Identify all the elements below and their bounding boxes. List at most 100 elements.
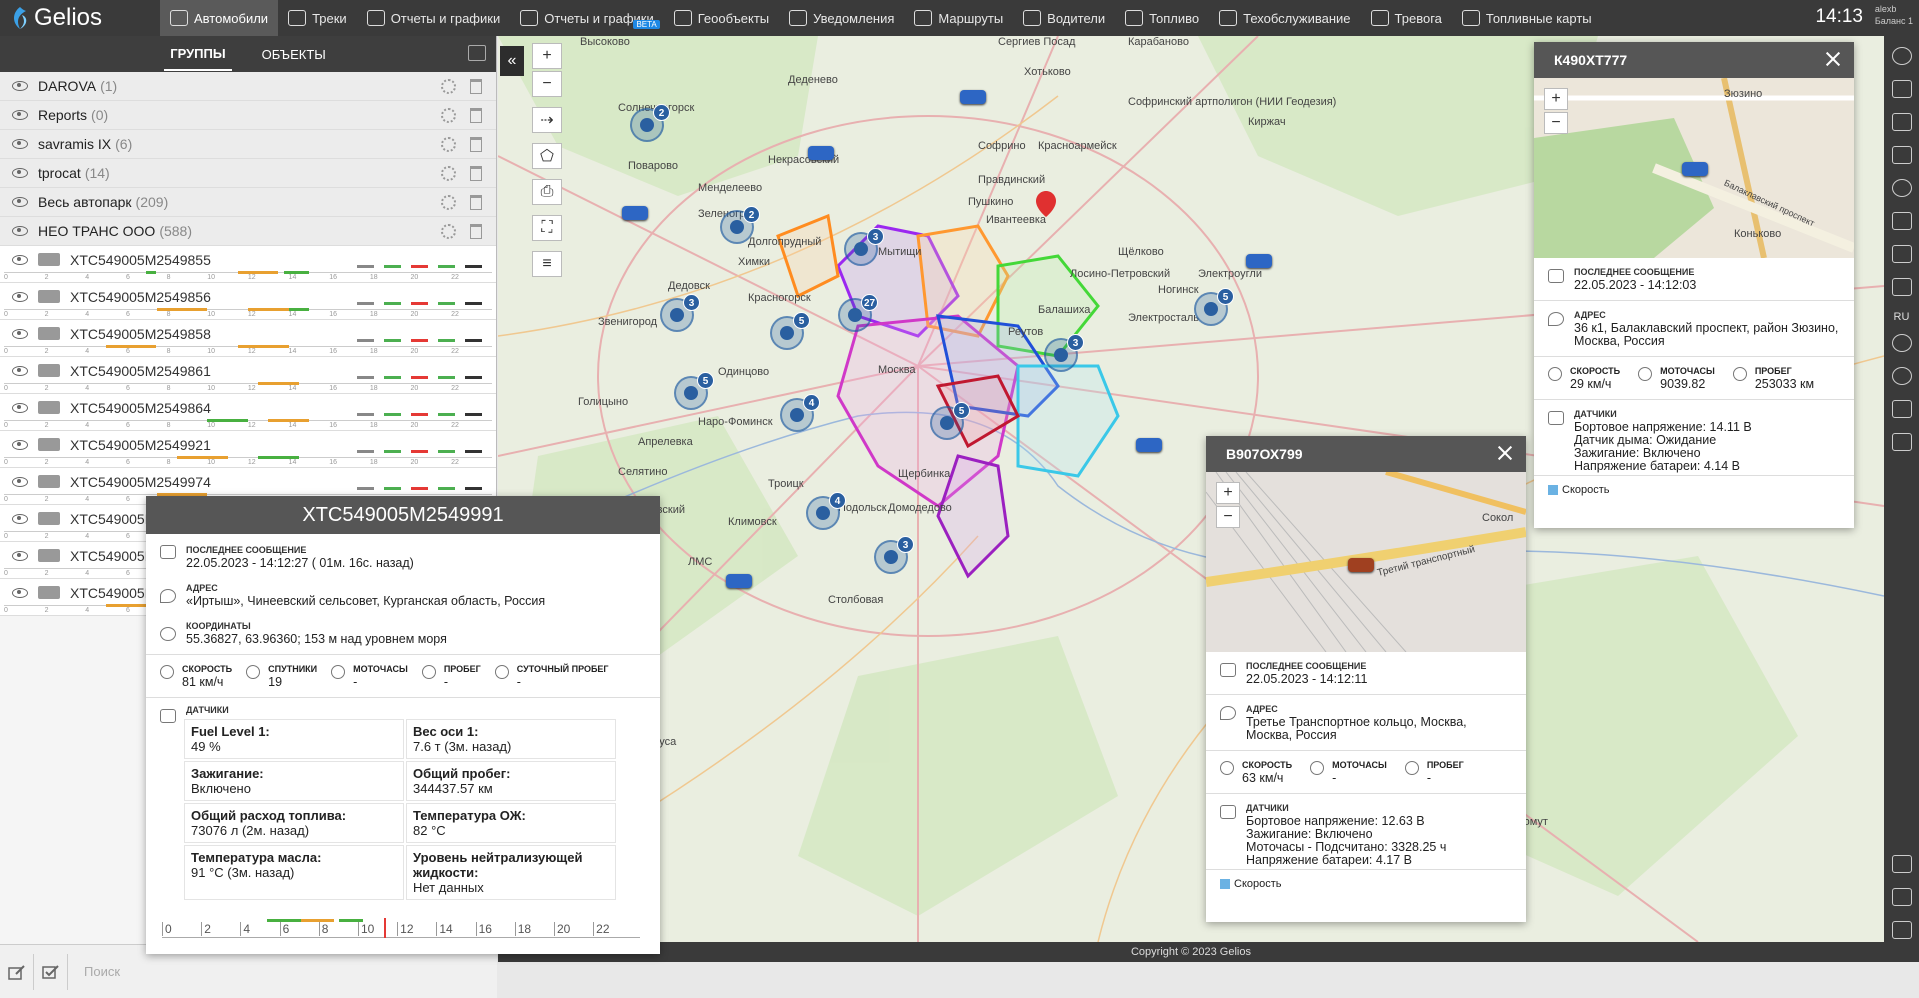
nav-item-10[interactable]: Тревога (1361, 0, 1452, 36)
apple-icon[interactable] (1891, 888, 1912, 906)
object-timeline[interactable]: 0 2 4 6 8 10 12 14 16 18 20 22 (4, 308, 492, 318)
search-icon[interactable] (1891, 47, 1912, 65)
tab-groups[interactable]: ГРУППЫ (164, 38, 232, 71)
eye-icon[interactable] (12, 476, 28, 487)
export-icon[interactable] (1891, 113, 1912, 131)
google-play-icon[interactable] (1891, 921, 1912, 939)
user-info[interactable]: alexb Баланс 1 (1875, 3, 1913, 27)
map-layers-icon[interactable]: ≡ (532, 251, 562, 277)
eye-icon[interactable] (12, 328, 28, 339)
gear-icon[interactable] (441, 108, 456, 123)
trash-icon[interactable] (470, 137, 482, 152)
locate-icon[interactable] (357, 288, 374, 305)
drop-icon[interactable] (1891, 400, 1912, 418)
object-timeline[interactable]: 0 2 4 6 8 10 12 14 16 18 20 22 (4, 345, 492, 355)
vehicle-cluster[interactable]: 5 (674, 372, 714, 410)
language-switch[interactable]: RU (1884, 311, 1919, 323)
vehicle-marker[interactable] (726, 574, 752, 588)
vehicle-cluster[interactable]: 5 (930, 402, 970, 440)
vehicle-cluster[interactable]: 4 (806, 492, 846, 530)
nav-item-5[interactable]: Уведомления (779, 0, 904, 36)
group-row[interactable]: tprocat (14) (0, 159, 496, 188)
mini-zoom-out[interactable]: − (1544, 112, 1568, 134)
vehicle-cluster[interactable]: 5 (770, 312, 810, 350)
mini-zoom-in[interactable]: + (1216, 482, 1240, 504)
eye-icon[interactable] (12, 168, 28, 178)
vehicle-cluster[interactable]: 5 (1194, 288, 1234, 326)
sync-icon[interactable] (1891, 367, 1912, 385)
object-timeline[interactable]: 0 2 4 6 8 10 12 14 16 18 20 22 (4, 271, 492, 281)
nav-item-1[interactable]: Треки (278, 0, 357, 36)
object-timeline[interactable]: 0 2 4 6 8 10 12 14 16 18 20 22 (4, 419, 492, 429)
more-menu-icon[interactable] (465, 473, 482, 490)
fullscreen-icon[interactable]: ⛶ (532, 215, 562, 241)
facebook-icon[interactable] (1891, 855, 1912, 873)
eye-icon[interactable] (12, 550, 28, 561)
vehicle-cluster[interactable]: 4 (780, 394, 820, 432)
vehicle-cluster[interactable]: 3 (844, 228, 884, 266)
more-menu-icon[interactable] (465, 251, 482, 268)
vehicle-marker[interactable] (1246, 254, 1272, 268)
nav-item-8[interactable]: Топливо (1115, 0, 1209, 36)
nav-item-2[interactable]: Отчеты и графики (357, 0, 511, 36)
nav-item-0[interactable]: Автомобили (160, 0, 279, 36)
vehicle-cluster[interactable]: 3 (874, 536, 914, 574)
vehicle-marker[interactable] (960, 90, 986, 104)
gelios-logo[interactable]: Gelios (0, 0, 160, 36)
add-group-icon[interactable] (468, 45, 486, 61)
more-menu-icon[interactable] (465, 436, 482, 453)
vehicle-mini-map[interactable]: + − Сокол Третий транспортный (1206, 472, 1526, 652)
zoom-in-button[interactable]: + (532, 43, 562, 69)
vehicle-cluster[interactable]: 27 (838, 294, 878, 332)
group-row[interactable]: savramis IX (6) (0, 130, 496, 159)
collapse-panel-button[interactable]: « (500, 46, 524, 76)
locate-icon[interactable] (357, 436, 374, 453)
measure-icon[interactable]: ⇢ (532, 107, 562, 133)
gear-icon[interactable] (441, 224, 456, 239)
object-row[interactable]: XTC549005M2549856 0 2 4 6 8 10 12 14 16 18 20 22 (0, 283, 496, 320)
eye-icon[interactable] (12, 365, 28, 376)
gear-icon[interactable] (441, 79, 456, 94)
eye-icon[interactable] (12, 139, 28, 149)
gear-icon[interactable] (441, 195, 456, 210)
nav-item-3[interactable]: Отчеты и графики BETA (510, 0, 664, 36)
vehicle-cluster[interactable]: 2 (720, 206, 760, 244)
eye-icon[interactable] (12, 439, 28, 450)
zoom-out-button[interactable]: − (532, 71, 562, 97)
location-icon[interactable] (1891, 334, 1912, 352)
messages-icon[interactable] (1891, 245, 1912, 263)
locate-icon[interactable] (357, 325, 374, 342)
close-icon[interactable] (1824, 50, 1842, 68)
nav-item-6[interactable]: Маршруты (904, 0, 1013, 36)
nav-item-4[interactable]: Геообъекты (664, 0, 779, 36)
eye-icon[interactable] (12, 587, 28, 598)
locate-icon[interactable] (357, 362, 374, 379)
more-menu-icon[interactable] (465, 362, 482, 379)
group-row[interactable]: Весь автопарк (209) (0, 188, 496, 217)
locate-icon[interactable] (357, 251, 374, 268)
vehicle-mini-map[interactable]: + − Зюзино Балаклавский проспект Коньков… (1534, 78, 1854, 258)
menu-icon[interactable] (1891, 80, 1912, 98)
mini-zoom-out[interactable]: − (1216, 506, 1240, 528)
print-icon[interactable]: ⎙ (532, 179, 562, 205)
object-row[interactable]: XTC549005M2549858 0 2 4 6 8 10 12 14 16 18 20 22 (0, 320, 496, 357)
more-menu-icon[interactable] (465, 288, 482, 305)
trash-icon[interactable] (470, 108, 482, 123)
vehicle-marker[interactable] (622, 206, 648, 220)
help-icon[interactable] (1891, 179, 1912, 197)
trash-icon[interactable] (470, 195, 482, 210)
filter-icon[interactable] (1891, 278, 1912, 296)
vehicle-cluster[interactable]: 3 (660, 294, 700, 332)
tab-objects[interactable]: ОБЪЕКТЫ (256, 39, 332, 70)
object-row[interactable]: XTC549005M2549921 0 2 4 6 8 10 12 14 16 18 20 22 (0, 431, 496, 468)
object-row[interactable]: XTC549005M2549855 0 2 4 6 8 10 12 14 16 18 20 22 (0, 246, 496, 283)
select-all-button[interactable] (0, 953, 34, 990)
tracking-icon[interactable] (1891, 146, 1912, 164)
draw-polygon-icon[interactable]: ⬠ (532, 143, 562, 169)
group-row[interactable]: НЕО ТРАНС ООО (588) (0, 217, 496, 246)
object-row[interactable]: XTC549005M2549864 0 2 4 6 8 10 12 14 16 18 20 22 (0, 394, 496, 431)
object-timeline[interactable]: 0 2 4 6 8 10 12 14 16 18 20 22 (4, 456, 492, 466)
close-icon[interactable] (1496, 444, 1514, 462)
more-menu-icon[interactable] (465, 399, 482, 416)
gear-icon[interactable] (441, 137, 456, 152)
